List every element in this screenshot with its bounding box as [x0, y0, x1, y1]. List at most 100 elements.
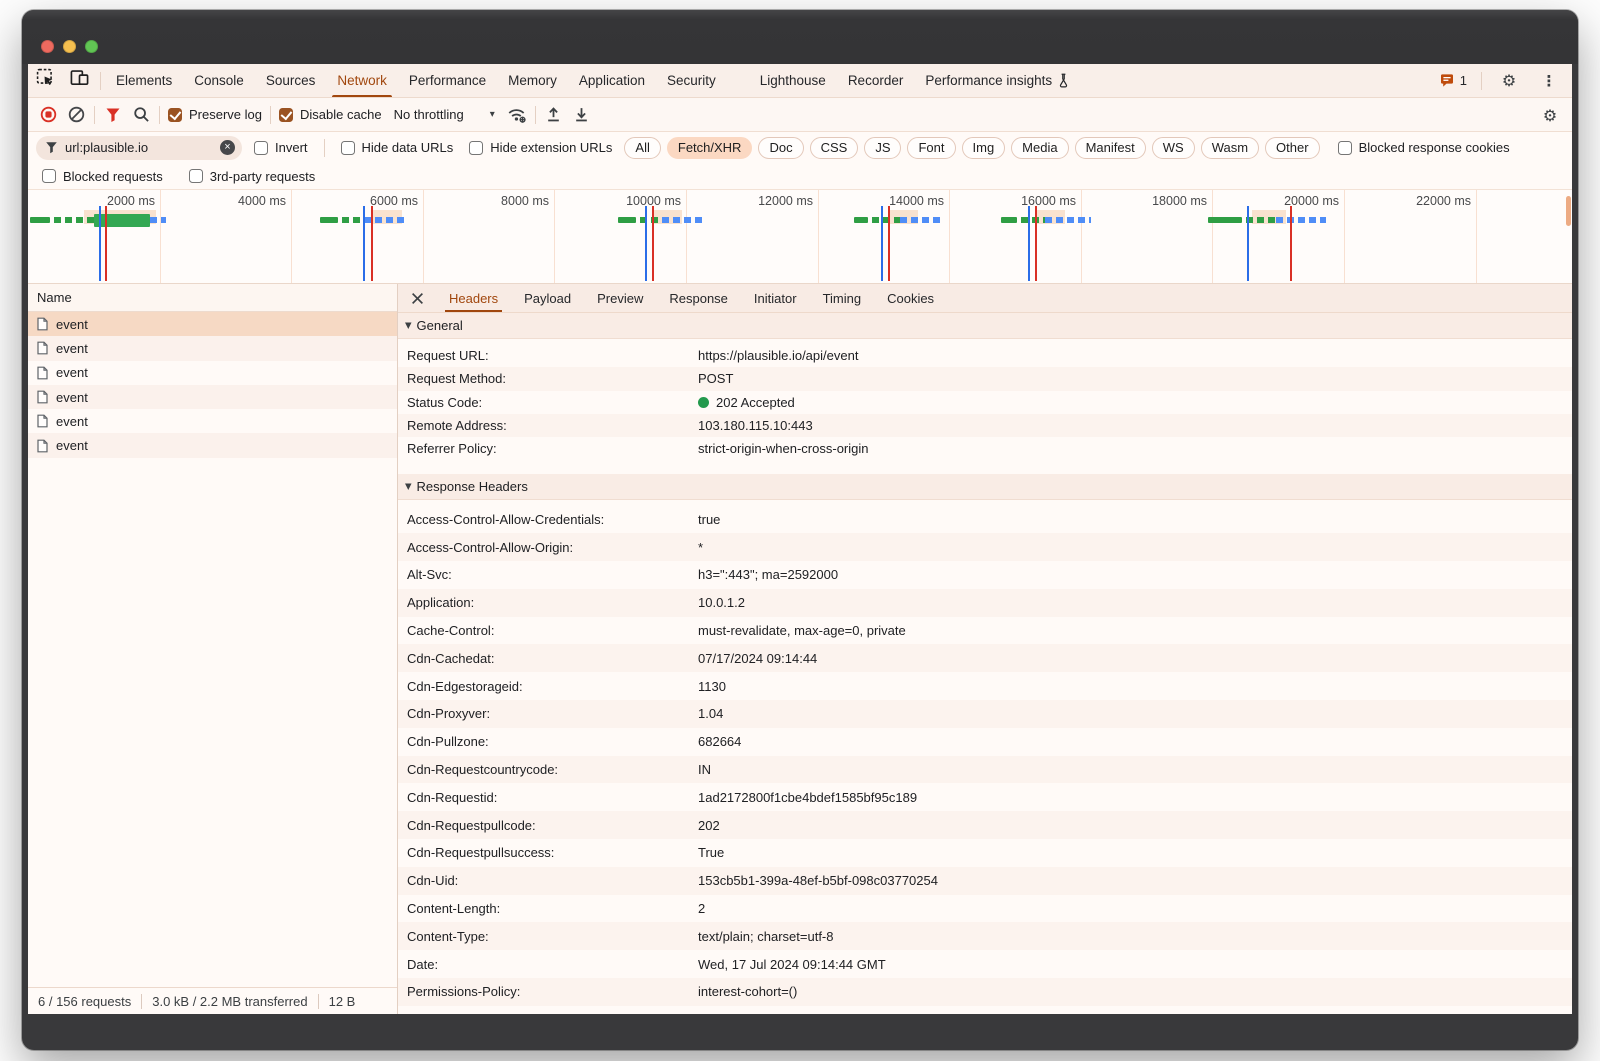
chip-font[interactable]: Font	[907, 137, 955, 159]
timeline-gridline	[160, 190, 161, 283]
header-key: Cache-Control:	[407, 623, 698, 638]
import-har-icon[interactable]	[540, 102, 568, 128]
close-detail-icon[interactable]	[398, 284, 436, 312]
tabbar-divider	[100, 72, 101, 90]
detail-tab-payload[interactable]: Payload	[511, 284, 584, 312]
request-row[interactable]: event	[28, 409, 397, 433]
window-titlebar[interactable]	[22, 10, 1578, 64]
timeline-tick-label: 8000 ms	[459, 194, 549, 208]
clear-network-log-icon[interactable]	[62, 102, 90, 128]
chip-other[interactable]: Other	[1265, 137, 1320, 159]
chip-js[interactable]: JS	[864, 137, 901, 159]
detail-tabs: HeadersPayloadPreviewResponseInitiatorTi…	[436, 284, 947, 312]
network-overview-timeline[interactable]: 2000 ms4000 ms6000 ms8000 ms10000 ms1200…	[28, 190, 1572, 284]
hide-data-urls-checkbox[interactable]: Hide data URLs	[337, 140, 458, 155]
request-row[interactable]: event	[28, 361, 397, 385]
overview-scrollbar[interactable]	[1566, 196, 1571, 226]
tab-recorder[interactable]: Recorder	[837, 64, 915, 97]
detail-tab-response[interactable]: Response	[656, 284, 741, 312]
search-icon[interactable]	[127, 102, 155, 128]
header-row: Content-Type:text/plain; charset=utf-8	[398, 922, 1572, 950]
timeline-gridline	[1081, 190, 1082, 283]
request-name: event	[56, 438, 88, 453]
tab-application[interactable]: Application	[568, 64, 656, 97]
more-options-kebab-icon[interactable]: ⋮	[1532, 68, 1566, 94]
timeline-tick-label: 6000 ms	[328, 194, 418, 208]
timeline-tick-label: 16000 ms	[986, 194, 1076, 208]
checkbox-unchecked-icon	[189, 169, 203, 183]
throttling-dropdown[interactable]: No throttling ▾	[386, 107, 503, 122]
chip-img[interactable]: Img	[962, 137, 1006, 159]
detail-tab-cookies[interactable]: Cookies	[874, 284, 947, 312]
blocked-response-cookies-checkbox[interactable]: Blocked response cookies	[1334, 140, 1514, 155]
request-row[interactable]: event	[28, 336, 397, 360]
settings-gear-icon[interactable]: ⚙	[1492, 68, 1526, 94]
tab-performance[interactable]: Performance	[398, 64, 497, 97]
tab-elements[interactable]: Elements	[105, 64, 183, 97]
preserve-log-label: Preserve log	[189, 107, 262, 122]
chip-media[interactable]: Media	[1011, 137, 1068, 159]
request-row[interactable]: event	[28, 385, 397, 409]
network-filter-row-2: Blocked requests 3rd-party requests	[28, 163, 1572, 190]
filter-input[interactable]: url:plausible.io ×	[36, 136, 242, 160]
issues-button[interactable]: 1	[1435, 73, 1471, 89]
header-key: Request Method:	[407, 371, 698, 386]
header-row: Referrer Policy:strict-origin-when-cross…	[398, 437, 1572, 460]
network-conditions-icon[interactable]	[503, 102, 531, 128]
response-headers-section-header[interactable]: ▼ Response Headers	[398, 474, 1572, 500]
checkbox-unchecked-icon	[469, 141, 483, 155]
chip-ws[interactable]: WS	[1152, 137, 1195, 159]
disable-cache-checkbox[interactable]: Disable cache	[275, 107, 386, 122]
detail-tab-timing[interactable]: Timing	[810, 284, 875, 312]
tab-memory[interactable]: Memory	[497, 64, 568, 97]
header-row: Alt-Svc:h3=":443"; ma=2592000	[398, 561, 1572, 589]
chip-wasm[interactable]: Wasm	[1201, 137, 1259, 159]
header-row: Remote Address:103.180.115.10:443	[398, 414, 1572, 437]
general-section-header[interactable]: ▼ General	[398, 313, 1572, 339]
chip-doc[interactable]: Doc	[758, 137, 803, 159]
detail-tab-preview[interactable]: Preview	[584, 284, 656, 312]
tab-security[interactable]: Security	[656, 64, 727, 97]
header-value: 202	[698, 818, 720, 833]
header-value: 153cb5b1-399a-48ef-b5bf-098c03770254	[698, 873, 938, 888]
header-value: IN	[698, 762, 711, 777]
hide-extension-urls-checkbox[interactable]: Hide extension URLs	[465, 140, 616, 155]
filter-divider	[324, 139, 325, 157]
header-key: Cdn-Requestpullsuccess:	[407, 845, 698, 860]
network-settings-gear-icon[interactable]: ⚙	[1536, 102, 1564, 128]
detail-tab-headers[interactable]: Headers	[436, 284, 511, 312]
header-value-text: h3=":443"; ma=2592000	[698, 567, 838, 582]
blocked-requests-checkbox[interactable]: Blocked requests	[38, 169, 167, 184]
summary-item: 6 / 156 requests	[38, 994, 131, 1009]
tab-sources[interactable]: Sources	[255, 64, 327, 97]
flask-icon	[1057, 73, 1070, 88]
invert-checkbox[interactable]: Invert	[250, 140, 312, 155]
detail-tab-initiator[interactable]: Initiator	[741, 284, 810, 312]
close-window-button[interactable]	[41, 40, 54, 53]
waterfall-green-dashes	[872, 217, 900, 223]
tab-network[interactable]: Network	[326, 64, 398, 97]
inspect-element-icon[interactable]	[28, 64, 62, 90]
chip-fetch-xhr[interactable]: Fetch/XHR	[667, 137, 753, 159]
chip-manifest[interactable]: Manifest	[1075, 137, 1146, 159]
minimize-window-button[interactable]	[63, 40, 76, 53]
record-network-log-icon[interactable]	[34, 102, 62, 128]
request-row[interactable]: event	[28, 312, 397, 336]
filter-icon[interactable]	[99, 102, 127, 128]
zoom-window-button[interactable]	[85, 40, 98, 53]
preserve-log-checkbox[interactable]: Preserve log	[164, 107, 266, 122]
chip-css[interactable]: CSS	[810, 137, 859, 159]
waterfall-green-bar	[1208, 217, 1242, 223]
chip-all[interactable]: All	[624, 137, 660, 159]
tab-lighthouse[interactable]: Lighthouse	[749, 64, 837, 97]
tab-console[interactable]: Console	[183, 64, 255, 97]
third-party-requests-checkbox[interactable]: 3rd-party requests	[185, 169, 320, 184]
export-har-icon[interactable]	[568, 102, 596, 128]
header-key: Content-Type:	[407, 929, 698, 944]
clear-filter-icon[interactable]: ×	[220, 140, 235, 155]
header-value-text: IN	[698, 762, 711, 777]
request-row[interactable]: event	[28, 433, 397, 457]
tab-performance-insights[interactable]: Performance insights	[914, 64, 1081, 97]
device-toolbar-icon[interactable]	[62, 64, 96, 90]
name-column-header[interactable]: Name	[28, 284, 397, 312]
